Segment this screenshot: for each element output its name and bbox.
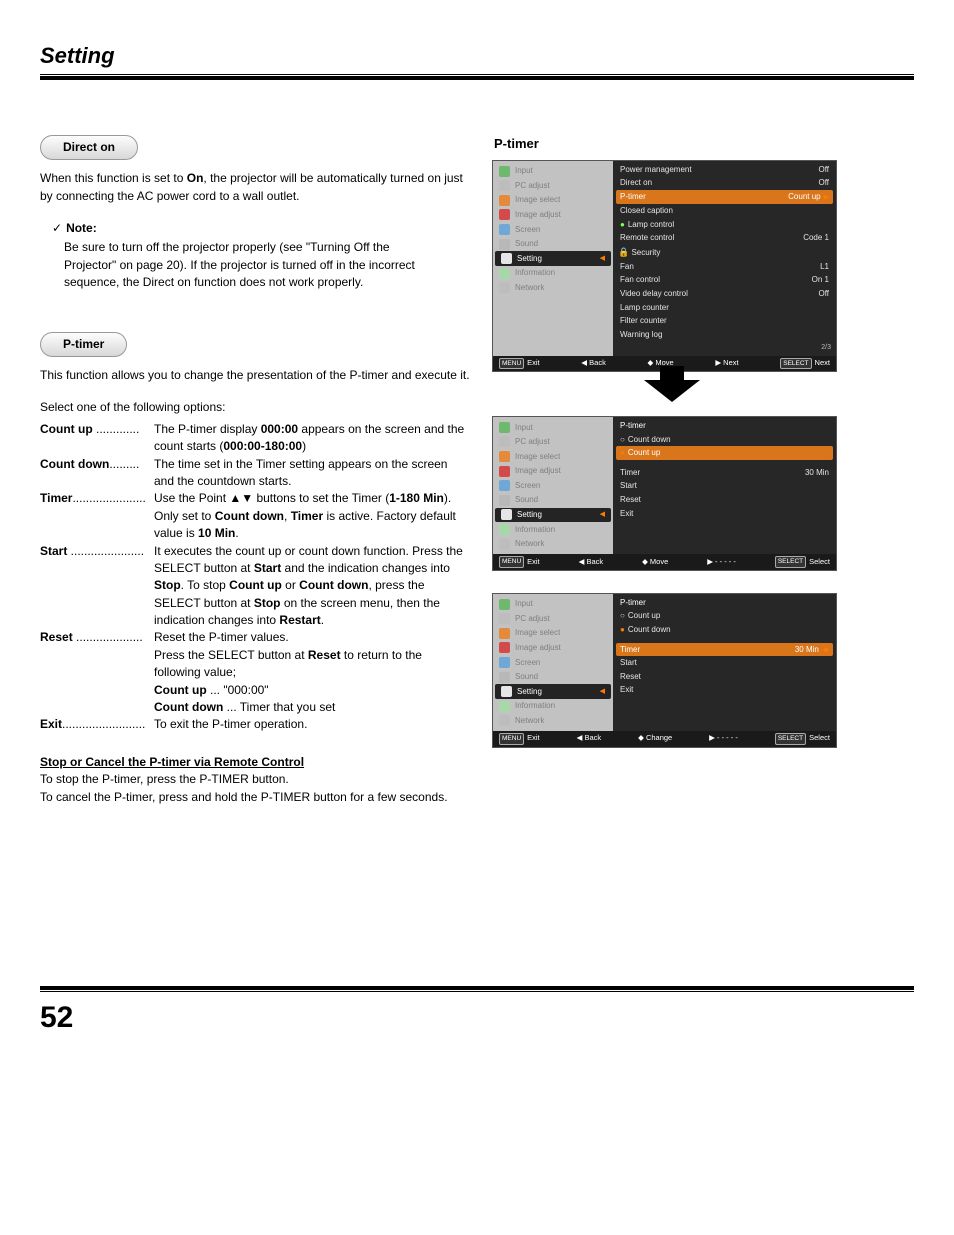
opt-label-reset: Reset bbox=[40, 630, 73, 644]
osd-menu-row: ●Lamp control bbox=[618, 218, 831, 232]
stop-cancel-line2: To cancel the P-timer, press and hold th… bbox=[40, 789, 470, 806]
heading-ptimer: P-timer bbox=[40, 332, 127, 357]
osd-menu-row: Direct onOff bbox=[618, 176, 831, 190]
osd-menu-row: Reset bbox=[618, 670, 831, 684]
divider bbox=[40, 986, 914, 990]
osd-nav-item: Image select bbox=[493, 193, 613, 208]
page-number: 52 bbox=[40, 996, 914, 1040]
osd-menu-row: Filter counter bbox=[618, 314, 831, 328]
divider bbox=[40, 76, 914, 80]
note-text: Be sure to turn off the projector proper… bbox=[64, 239, 444, 291]
opt-label-timer: Timer bbox=[40, 491, 72, 505]
osd-nav-item: Input bbox=[493, 420, 613, 435]
opt-desc-countup: The P-timer display 000:00 appears on th… bbox=[154, 421, 470, 456]
note-label: Note: bbox=[52, 220, 470, 237]
direct-on-paragraph: When this function is set to On, the pro… bbox=[40, 170, 470, 205]
ptimer-select-line: Select one of the following options: bbox=[40, 399, 470, 416]
stop-cancel-line1: To stop the P-timer, press the P-TIMER b… bbox=[40, 771, 470, 788]
osd-nav-item: Screen bbox=[493, 655, 613, 670]
osd-menu-row: Timer30 Min◆ bbox=[616, 643, 833, 657]
ptimer-options: Count up ............. The P-timer displ… bbox=[40, 421, 470, 734]
opt-label-countdown: Count down bbox=[40, 457, 109, 471]
osd-screenshot-1: InputPC adjustImage selectImage adjustSc… bbox=[492, 160, 837, 372]
opt-desc-reset: Reset the P-timer values. Press the SELE… bbox=[154, 629, 470, 716]
opt-label-start: Start bbox=[40, 544, 67, 558]
osd-menu-row: P-timerCount up▶ bbox=[616, 190, 833, 204]
page-title: Setting bbox=[40, 40, 914, 72]
osd-menu-row: Start bbox=[618, 479, 831, 493]
osd-nav-item: Input bbox=[493, 164, 613, 179]
osd-nav-item: Network bbox=[493, 537, 613, 552]
osd-nav-item: Information bbox=[493, 699, 613, 714]
stop-cancel-heading: Stop or Cancel the P-timer via Remote Co… bbox=[40, 754, 470, 771]
divider bbox=[40, 991, 914, 992]
osd-screenshot-2: InputPC adjustImage selectImage adjustSc… bbox=[492, 416, 837, 571]
osd-nav-item: Network bbox=[493, 280, 613, 295]
osd-menu-row: FanL1 bbox=[618, 260, 831, 274]
osd-menu-row: Exit bbox=[618, 507, 831, 521]
osd-menu-row: Power managementOff bbox=[618, 163, 831, 177]
osd-nav-item: Image adjust bbox=[493, 208, 613, 223]
osd-nav-item: Screen bbox=[493, 478, 613, 493]
osd-nav-item: Setting◀ bbox=[495, 251, 611, 266]
osd-nav-item: PC adjust bbox=[493, 435, 613, 450]
opt-label-countup: Count up bbox=[40, 422, 93, 436]
osd-nav-item: Network bbox=[493, 714, 613, 729]
osd-screenshot-3: InputPC adjustImage selectImage adjustSc… bbox=[492, 593, 837, 748]
osd-menu-row: Video delay controlOff bbox=[618, 287, 831, 301]
osd-menu-row: Closed caption bbox=[618, 204, 831, 218]
opt-desc-start: It executes the count up or count down f… bbox=[154, 543, 470, 630]
osd-nav-item: PC adjust bbox=[493, 178, 613, 193]
osd-menu-row: Exit bbox=[618, 683, 831, 697]
opt-desc-countdown: The time set in the Timer setting appear… bbox=[154, 456, 470, 491]
osd-menu-row: Timer30 Min bbox=[618, 466, 831, 480]
osd-nav-item: PC adjust bbox=[493, 611, 613, 626]
osd-menu-row: Fan controlOn 1 bbox=[618, 273, 831, 287]
osd-nav-item: Sound bbox=[493, 670, 613, 685]
heading-direct-on: Direct on bbox=[40, 135, 138, 160]
osd-nav-item: Screen bbox=[493, 222, 613, 237]
osd-menu-row: Warning log bbox=[618, 328, 831, 342]
opt-label-exit: Exit bbox=[40, 717, 62, 731]
osd-menu-row: Remote controlCode 1 bbox=[618, 231, 831, 245]
osd-menu-row: Start bbox=[618, 656, 831, 670]
opt-desc-exit: To exit the P-timer operation. bbox=[154, 716, 470, 733]
opt-desc-timer: Use the Point ▲▼ buttons to set the Time… bbox=[154, 490, 470, 542]
right-panel-title: P-timer bbox=[494, 135, 852, 154]
osd-nav-item: Input bbox=[493, 597, 613, 612]
osd-nav-item: Image adjust bbox=[493, 464, 613, 479]
note-block: Note: Be sure to turn off the projector … bbox=[52, 220, 470, 292]
osd-nav-item: Information bbox=[493, 522, 613, 537]
ptimer-intro: This function allows you to change the p… bbox=[40, 367, 470, 384]
osd-menu-row: ●Count down bbox=[618, 623, 831, 637]
osd-menu-row: 🔒 Security bbox=[618, 245, 831, 260]
osd-nav-item: Setting◀ bbox=[495, 508, 611, 523]
divider bbox=[40, 74, 914, 75]
osd-menu-row: ○Count down bbox=[618, 433, 831, 447]
osd-nav-item: Image select bbox=[493, 449, 613, 464]
osd-nav-item: Image select bbox=[493, 626, 613, 641]
osd-nav-item: Sound bbox=[493, 237, 613, 252]
osd-menu-row: ○Count up bbox=[618, 609, 831, 623]
down-arrow-icon bbox=[644, 380, 700, 402]
osd-nav-item: Sound bbox=[493, 493, 613, 508]
osd-nav-item: Setting◀ bbox=[495, 684, 611, 699]
osd-menu-row: Reset bbox=[618, 493, 831, 507]
osd-nav-item: Image adjust bbox=[493, 641, 613, 656]
osd-menu-row: ●Count up bbox=[616, 446, 833, 460]
osd-menu-row: Lamp counter bbox=[618, 301, 831, 315]
osd-footer: MENU Exit ◀ Back ◆ Move ▶ - - - - - SELE… bbox=[493, 554, 836, 569]
osd-nav-item: Information bbox=[493, 266, 613, 281]
osd-footer: MENU Exit ◀ Back ◆ Change ▶ - - - - - SE… bbox=[493, 731, 836, 746]
